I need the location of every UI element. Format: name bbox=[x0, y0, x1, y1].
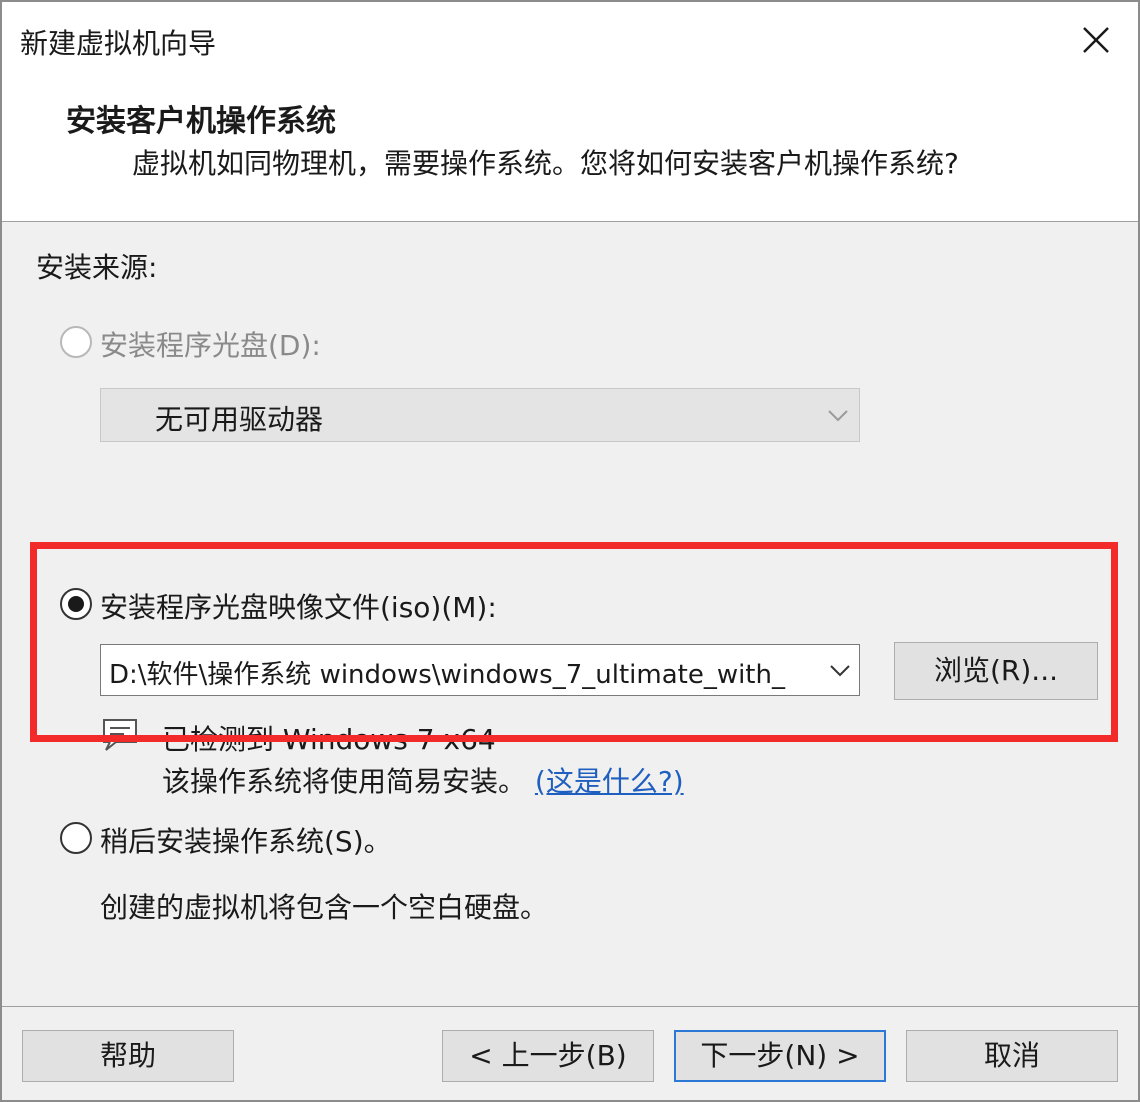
wizard-header: 安装客户机操作系统 虚拟机如同物理机，需要操作系统。您将如何安装客户机操作系统? bbox=[2, 80, 1138, 222]
install-later-radio[interactable] bbox=[60, 822, 92, 854]
help-button[interactable]: 帮助 bbox=[22, 1030, 234, 1082]
browse-button[interactable]: 浏览(R)... bbox=[894, 642, 1098, 700]
easy-install-text: 该操作系统将使用简易安装。 bbox=[162, 765, 527, 798]
chevron-down-icon[interactable] bbox=[829, 664, 851, 678]
iso-radio[interactable] bbox=[60, 588, 92, 620]
back-button[interactable]: < 上一步(B) bbox=[442, 1030, 654, 1082]
window-title: 新建虚拟机向导 bbox=[20, 27, 217, 60]
close-icon[interactable] bbox=[1076, 20, 1116, 60]
install-source-label: 安装来源: bbox=[36, 251, 158, 284]
whats-this-link[interactable]: (这是什么?) bbox=[535, 765, 684, 798]
page-title: 安装客户机操作系统 bbox=[66, 104, 336, 139]
cancel-button[interactable]: 取消 bbox=[906, 1030, 1118, 1082]
info-icon bbox=[103, 719, 137, 751]
iso-path-value: D:\软件\操作系统 windows\windows_7_ultimate_wi… bbox=[109, 660, 785, 690]
install-later-description: 创建的虚拟机将包含一个空白硬盘。 bbox=[100, 891, 549, 924]
title-bar: 新建虚拟机向导 bbox=[2, 2, 1138, 80]
wizard-window: 新建虚拟机向导 安装客户机操作系统 虚拟机如同物理机，需要操作系统。您将如何安装… bbox=[0, 0, 1140, 1102]
next-button[interactable]: 下一步(N) > bbox=[674, 1030, 886, 1082]
iso-option-label: 安装程序光盘映像文件(iso)(M): bbox=[100, 591, 497, 624]
iso-path-combobox[interactable]: D:\软件\操作系统 windows\windows_7_ultimate_wi… bbox=[100, 644, 860, 696]
easy-install-note: 该操作系统将使用简易安装。 (这是什么?) bbox=[162, 760, 684, 800]
disc-radio[interactable] bbox=[60, 326, 92, 358]
chevron-down-icon bbox=[828, 410, 848, 422]
disc-drive-value: 无可用驱动器 bbox=[155, 403, 324, 436]
page-subtitle: 虚拟机如同物理机，需要操作系统。您将如何安装客户机操作系统? bbox=[132, 147, 959, 180]
detected-os-text: 已检测到 Windows 7 x64 bbox=[162, 723, 496, 756]
disc-option-label: 安装程序光盘(D): bbox=[100, 329, 321, 362]
install-later-label: 稍后安装操作系统(S)。 bbox=[100, 825, 392, 858]
footer-divider bbox=[2, 1006, 1138, 1007]
disc-drive-select[interactable]: 无可用驱动器 bbox=[100, 388, 860, 442]
radio-selected-dot bbox=[68, 596, 84, 612]
